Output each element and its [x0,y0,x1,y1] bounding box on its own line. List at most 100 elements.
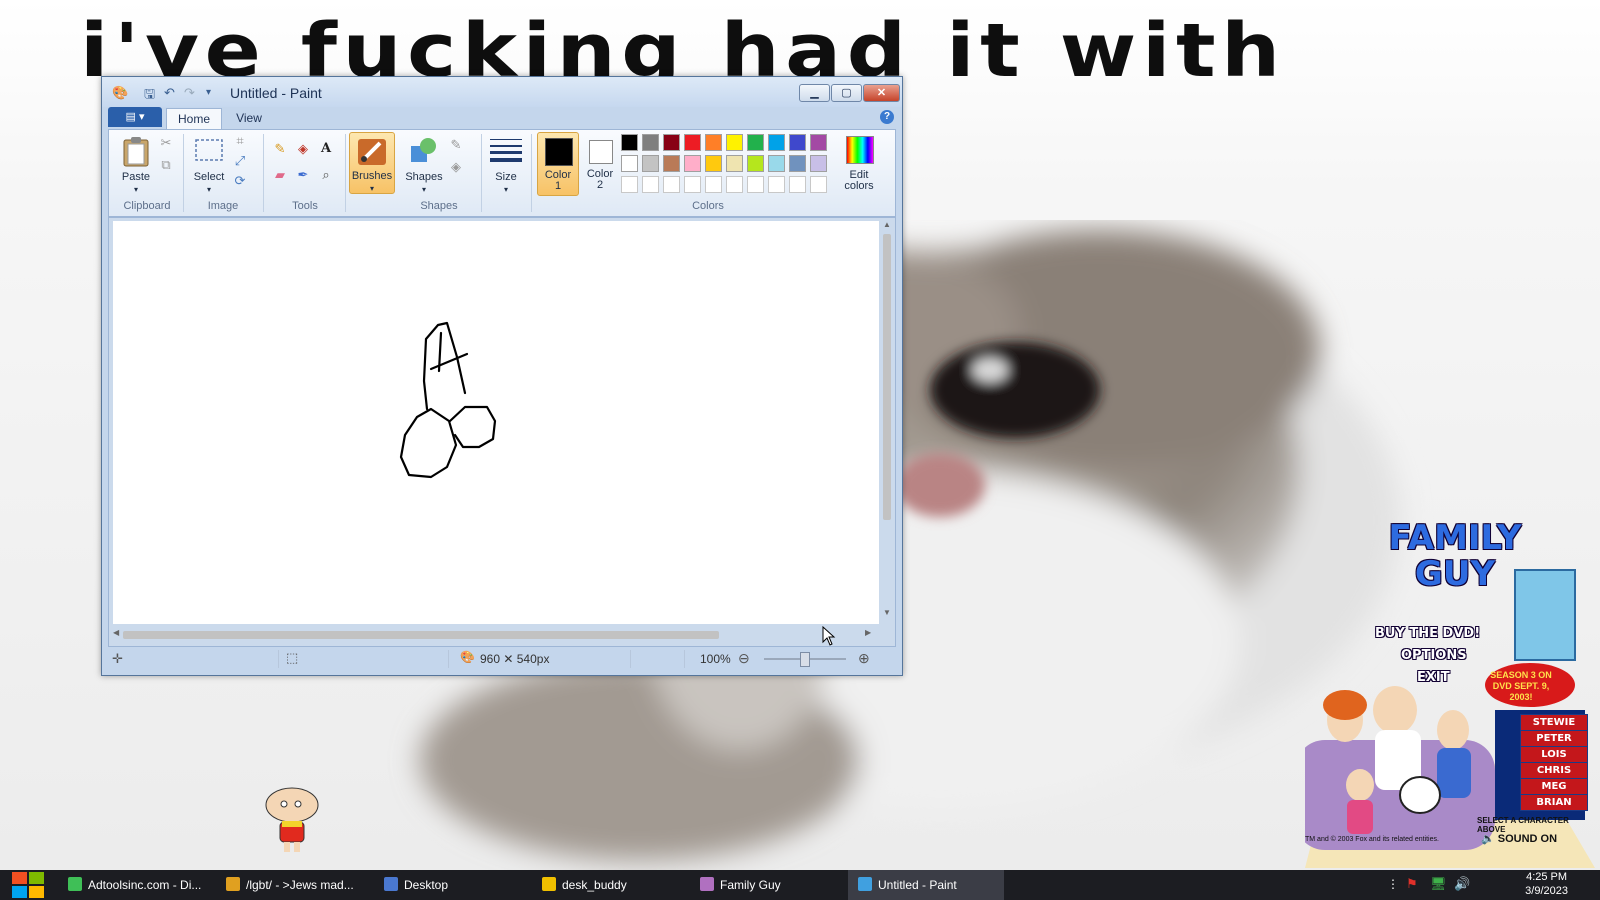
resize-icon[interactable]: ⤢ [231,152,249,170]
shapes-button[interactable]: Shapes ▾ [403,134,445,194]
fill-icon[interactable]: ◈ [294,140,312,158]
volume-icon[interactable]: 🔊 [1454,876,1470,892]
color1-button[interactable]: Color 1 [537,132,579,196]
character-peter[interactable]: PETER [1520,730,1588,747]
palette-swatch[interactable] [663,134,680,151]
palette-swatch[interactable] [642,134,659,151]
select-dropdown-icon: ▾ [206,185,211,194]
palette-swatch[interactable] [705,155,722,172]
palette-swatch[interactable] [726,176,743,193]
palette-swatch[interactable] [726,155,743,172]
paint-app-icon[interactable]: 🎨 [112,85,128,101]
taskbar-item[interactable]: /lgbt/ - >Jews mad... [216,870,372,900]
color2-button[interactable]: Color 2 [581,132,619,194]
close-button[interactable]: ✕ [863,84,900,102]
scroll-up-icon[interactable]: ▲ [883,220,891,229]
palette-swatch[interactable] [789,176,806,193]
palette-swatch[interactable] [747,134,764,151]
vertical-scroll-thumb[interactable] [883,234,891,520]
tab-home[interactable]: Home [166,108,222,130]
rotate-icon[interactable]: ⟳ [231,172,249,190]
palette-swatch[interactable] [789,155,806,172]
cut-icon[interactable]: ✂ [157,134,175,152]
zoom-out-icon[interactable]: ⊖ [738,650,750,667]
eraser-icon[interactable]: ▰ [271,166,289,184]
palette-swatch[interactable] [621,176,638,193]
select-button[interactable]: Select ▾ [189,134,229,194]
character-chris[interactable]: CHRIS [1520,762,1588,779]
palette-swatch[interactable] [726,134,743,151]
drawing-canvas[interactable] [113,221,879,624]
title-bar[interactable]: 🎨 🖫 ↶ ↷ ▾ Untitled - Paint ▁ ▢ ✕ [102,77,902,107]
size-button[interactable]: Size ▾ [487,134,525,194]
sound-toggle[interactable]: 🔈 SOUND ON [1481,832,1557,845]
pencil-icon[interactable]: ✎ [271,140,289,158]
outline-icon[interactable]: ✎ [447,136,465,154]
scroll-left-icon[interactable]: ◀ [113,628,119,637]
taskbar-item[interactable]: Untitled - Paint [848,870,1004,900]
action-center-flag-icon[interactable]: ⚑ [1406,876,1418,892]
character-brian[interactable]: BRIAN [1520,794,1588,811]
taskbar-item[interactable]: Desktop [374,870,530,900]
help-icon[interactable]: ? [880,110,894,124]
scroll-down-icon[interactable]: ▼ [883,608,891,617]
palette-swatch[interactable] [621,155,638,172]
palette-swatch[interactable] [747,155,764,172]
color-picker-icon[interactable]: ✒ [294,166,312,184]
copyright-text: TM and © 2003 Fox and its related entiti… [1305,836,1439,843]
quick-access-dropdown-icon[interactable]: ▾ [206,87,211,98]
text-icon[interactable]: A [317,140,335,158]
palette-swatch[interactable] [642,176,659,193]
clock[interactable]: 4:25 PM 3/9/2023 [1525,870,1568,898]
palette-swatch[interactable] [684,176,701,193]
palette-swatch[interactable] [705,134,722,151]
palette-swatch[interactable] [768,176,785,193]
palette-swatch[interactable] [789,134,806,151]
scroll-right-icon[interactable]: ▶ [865,628,871,637]
palette-swatch[interactable] [663,155,680,172]
file-menu-button[interactable]: ▤ ▾ [108,107,162,127]
taskbar-item[interactable]: Adtoolsinc.com - Di... [58,870,214,900]
character-lois[interactable]: LOIS [1520,746,1588,763]
palette-swatch[interactable] [810,134,827,151]
overflow-icon[interactable]: ⋮ [1387,877,1399,891]
palette-swatch[interactable] [621,134,638,151]
palette-swatch[interactable] [642,155,659,172]
maximize-button[interactable]: ▢ [831,84,862,102]
zoom-slider[interactable] [764,652,846,667]
horizontal-scroll-thumb[interactable] [123,631,719,639]
palette-swatch[interactable] [747,176,764,193]
redo-icon[interactable]: ↷ [184,85,195,101]
paste-button[interactable]: Paste ▾ [115,134,157,194]
vertical-scrollbar[interactable]: ▲ ▼ [881,220,893,620]
zoom-in-icon[interactable]: ⊕ [858,650,870,667]
crop-icon[interactable]: ⌗ [231,132,249,150]
character-meg[interactable]: MEG [1520,778,1588,795]
taskbar-item[interactable]: desk_buddy [532,870,688,900]
copy-icon[interactable]: ⧉ [157,156,175,174]
buy-dvd-link[interactable]: BUY THE DVD! [1375,626,1480,641]
start-button[interactable] [0,870,56,900]
tab-view[interactable]: View [224,108,274,129]
magnifier-icon[interactable]: ⌕ [317,166,335,184]
palette-swatch[interactable] [768,155,785,172]
palette-swatch[interactable] [768,134,785,151]
save-icon[interactable]: 🖫 [144,85,155,107]
taskbar-item[interactable]: Family Guy [690,870,846,900]
palette-swatch[interactable] [684,134,701,151]
options-link[interactable]: OPTIONS [1401,648,1467,663]
shape-fill-icon[interactable]: ◈ [447,158,465,176]
palette-swatch[interactable] [810,176,827,193]
zoom-slider-thumb[interactable] [800,652,810,667]
undo-icon[interactable]: ↶ [164,85,175,101]
character-stewie[interactable]: STEWIE [1520,714,1588,731]
palette-swatch[interactable] [810,155,827,172]
exit-link[interactable]: EXIT [1417,670,1450,685]
palette-swatch[interactable] [705,176,722,193]
brushes-button[interactable]: Brushes ▾ [349,132,395,194]
palette-swatch[interactable] [684,155,701,172]
edit-colors-button[interactable]: Edit colors [837,134,881,192]
palette-swatch[interactable] [663,176,680,193]
minimize-button[interactable]: ▁ [799,84,830,102]
network-icon[interactable]: 🖥 [1430,876,1447,892]
